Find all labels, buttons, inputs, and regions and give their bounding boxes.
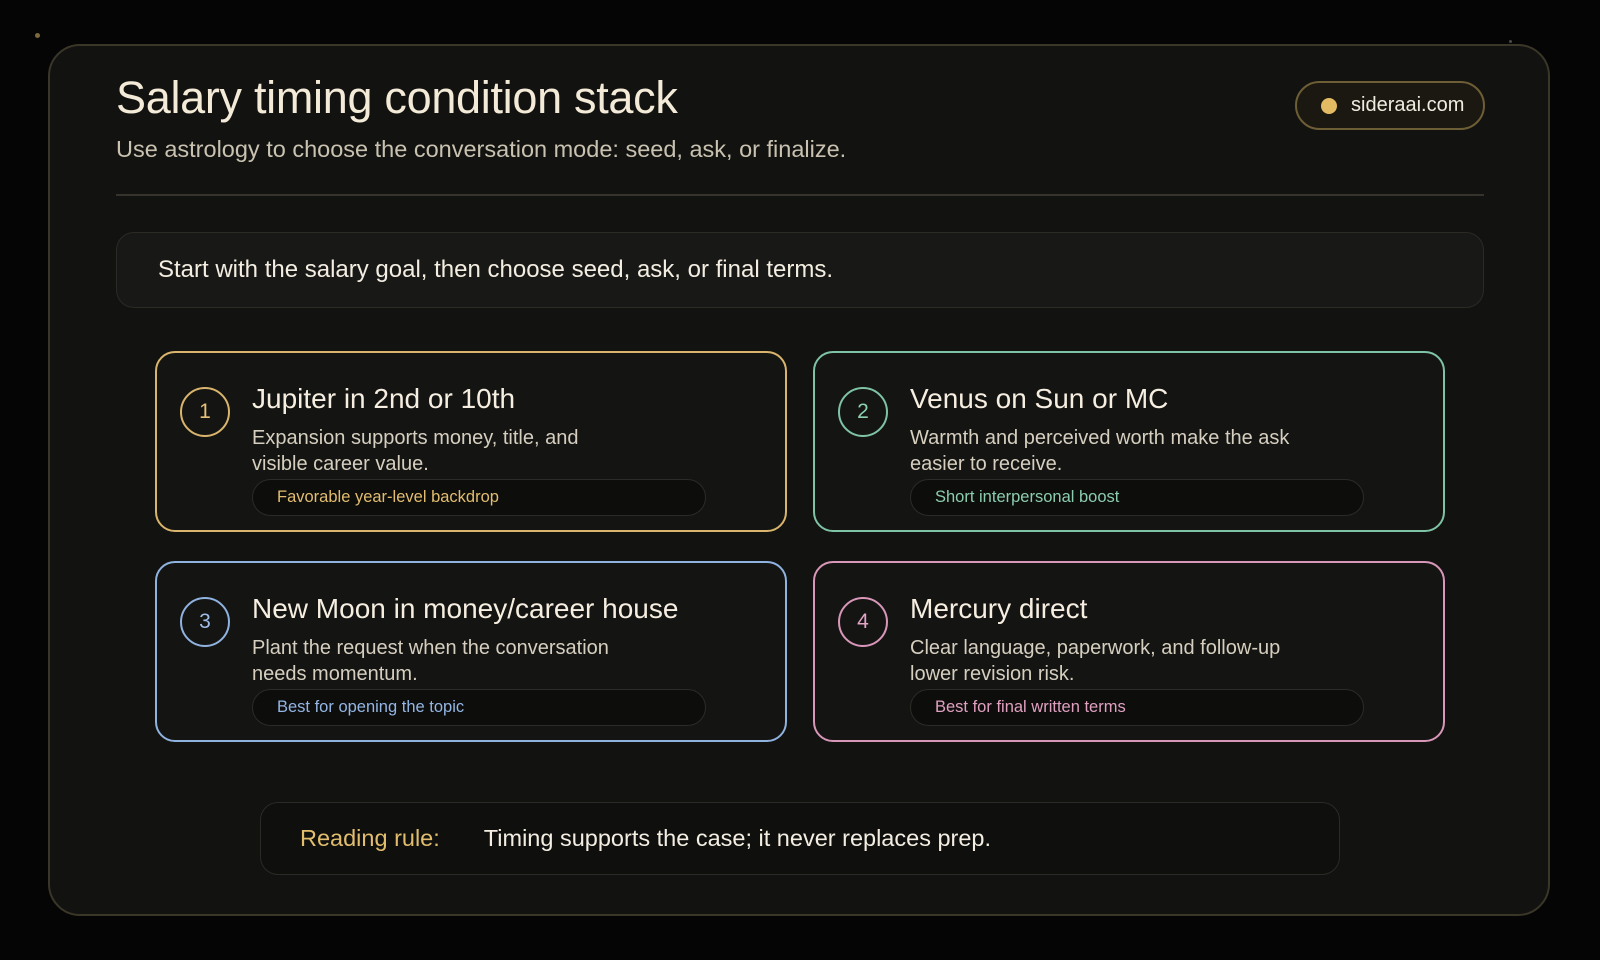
step-number-badge: 2 — [838, 387, 888, 437]
condition-tag: Short interpersonal boost — [910, 479, 1364, 516]
condition-tag-label: Favorable year-level backdrop — [277, 488, 499, 506]
site-dot-icon — [1321, 97, 1337, 114]
condition-title: Mercury direct — [910, 593, 1088, 624]
header-divider — [116, 194, 1484, 196]
site-label: sideraai.com — [1351, 94, 1465, 116]
corner-dot — [35, 33, 40, 38]
corner-dot — [1509, 40, 1512, 43]
step-number-badge: 1 — [180, 387, 230, 437]
condition-tag-label: Best for final written terms — [935, 698, 1126, 716]
condition-tag: Best for final written terms — [910, 689, 1364, 726]
condition-tag: Favorable year-level backdrop — [252, 479, 706, 516]
condition-description: Clear language, paperwork, and follow-up… — [910, 637, 1281, 685]
condition-title: Jupiter in 2nd or 10th — [252, 383, 516, 414]
condition-description: Expansion supports money, title, and vis… — [252, 427, 579, 475]
condition-tag-label: Best for opening the topic — [277, 698, 465, 716]
reading-rule-banner: Reading rule: Timing supports the case; … — [260, 802, 1340, 875]
page-title: Salary timing condition stack — [116, 72, 678, 123]
reading-rule-text: Timing supports the case; it never repla… — [483, 825, 992, 851]
intro-banner: Start with the salary goal, then choose … — [116, 232, 1484, 308]
condition-title: Venus on Sun or MC — [910, 383, 1169, 414]
condition-title: New Moon in money/career house — [252, 593, 679, 624]
intro-text: Start with the salary goal, then choose … — [158, 256, 833, 283]
condition-card-jupiter: 1 Jupiter in 2nd or 10th Expansion suppo… — [155, 351, 787, 532]
step-number-badge: 3 — [180, 597, 230, 647]
condition-description: Warmth and perceived worth make the ask … — [910, 427, 1290, 475]
condition-card-new-moon: 3 New Moon in money/career house Plant t… — [155, 561, 787, 742]
reading-rule-label: Reading rule: — [300, 825, 440, 851]
condition-card-venus: 2 Venus on Sun or MC Warmth and perceive… — [813, 351, 1445, 532]
condition-description: Plant the request when the conversation … — [252, 637, 609, 685]
condition-tag-label: Short interpersonal boost — [935, 488, 1120, 506]
condition-tag: Best for opening the topic — [252, 689, 706, 726]
step-number-badge: 4 — [838, 597, 888, 647]
page-subtitle: Use astrology to choose the conversation… — [116, 136, 847, 162]
site-badge[interactable]: sideraai.com — [1295, 81, 1485, 130]
condition-card-mercury: 4 Mercury direct Clear language, paperwo… — [813, 561, 1445, 742]
